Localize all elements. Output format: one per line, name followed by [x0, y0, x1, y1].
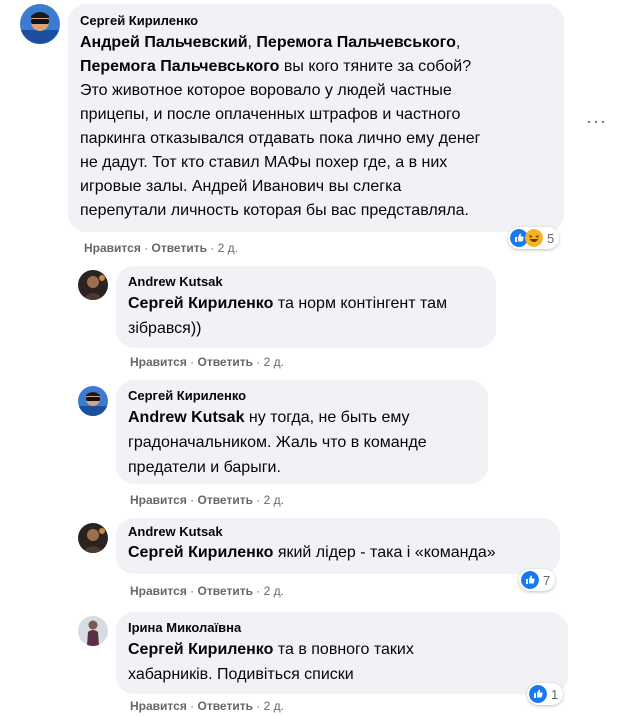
mention-link[interactable]: Андрей Пальчевский [80, 34, 248, 51]
comment-text: предатели и барыги. [128, 459, 281, 476]
comment-text: перепутали личность которая бы вас предс… [80, 202, 469, 219]
reply-button[interactable]: Ответить [198, 584, 253, 598]
comment-text: та в повного таких [273, 641, 414, 658]
comment-text: який лідер - така і «команда» [273, 544, 496, 561]
comment-author[interactable]: Andrew Kutsak [128, 274, 484, 289]
avatar[interactable] [78, 270, 108, 300]
comment-bubble: Andrew Kutsak Сергей Кириленко та норм к… [116, 266, 496, 348]
mention-link[interactable]: Andrew Kutsak [128, 409, 244, 426]
like-button[interactable]: Нравится [84, 241, 141, 255]
separator: · [252, 493, 264, 507]
separator: · [140, 241, 152, 255]
comment-actions: Нравится · Ответить · 2 д. [84, 241, 238, 255]
mention-link[interactable]: Перемога Пальчевського [80, 58, 279, 75]
separator: · [186, 355, 198, 369]
comment-text: ну тогда, не быть ему [244, 409, 410, 426]
like-icon [529, 685, 547, 703]
reactions-summary[interactable]: 7 [519, 569, 556, 591]
reply-button[interactable]: Ответить [198, 699, 253, 713]
like-button[interactable]: Нравится [130, 584, 187, 598]
comment-author[interactable]: Сергей Кириленко [128, 388, 476, 403]
like-button[interactable]: Нравится [130, 493, 187, 507]
like-button[interactable]: Нравится [130, 699, 187, 713]
mention-link[interactable]: Сергей Кириленко [128, 544, 273, 561]
reply-button[interactable]: Ответить [198, 355, 253, 369]
haha-icon [525, 229, 543, 247]
avatar[interactable] [78, 523, 108, 553]
reactions-count: 5 [547, 230, 555, 246]
timestamp[interactable]: 2 д. [218, 241, 238, 255]
comment-text: прицепы, и после оплаченных штрафов и ча… [80, 106, 461, 123]
comment-text: , [455, 34, 461, 51]
avatar-image [20, 4, 60, 44]
separator: · [252, 584, 264, 598]
comment-actions: Нравится · Ответить · 2 д. [130, 355, 284, 369]
comment-text: паркинга отказывался отдавать пока лично… [80, 130, 481, 147]
mention-link[interactable]: Сергей Кириленко [128, 295, 273, 312]
reactions-summary[interactable]: 1 [527, 683, 564, 705]
reactions-summary[interactable]: 5 [508, 227, 560, 249]
timestamp[interactable]: 2 д. [264, 584, 284, 598]
comment-text: хабарників. Подивіться списки [128, 666, 354, 683]
separator: · [206, 241, 218, 255]
like-icon [521, 571, 539, 589]
comment-bubble: Сергей Кириленко Andrew Kutsak ну тогда,… [116, 380, 488, 484]
timestamp[interactable]: 2 д. [264, 355, 284, 369]
separator: · [186, 584, 198, 598]
comment-actions: Нравится · Ответить · 2 д. [130, 699, 284, 713]
comment-author[interactable]: Andrew Kutsak [128, 524, 548, 539]
comment-bubble: Andrew Kutsak Сергей Кириленко який ліде… [116, 518, 560, 574]
reply-button[interactable]: Ответить [152, 241, 207, 255]
avatar-image [78, 386, 108, 416]
separator: · [186, 699, 198, 713]
mention-link[interactable]: Перемога Пальчевського [256, 34, 455, 51]
reply-button[interactable]: Ответить [198, 493, 253, 507]
comment-text: игровые залы. Андрей Иванович вы слегка [80, 178, 402, 195]
avatar-image [78, 270, 108, 300]
comment-author[interactable]: Ірина Миколаївна [128, 620, 556, 635]
comment-bubble: Ірина Миколаївна Сергей Кириленко та в п… [116, 612, 568, 694]
avatar-image [78, 523, 108, 553]
mention-link[interactable]: Сергей Кириленко [128, 641, 273, 658]
like-button[interactable]: Нравится [130, 355, 187, 369]
separator: · [252, 699, 264, 713]
reactions-count: 7 [543, 572, 551, 588]
comment-text: вы кого тяните за собой? [279, 58, 472, 75]
avatar[interactable] [78, 386, 108, 416]
comment-bubble: Сергей Кириленко Андрей Пальчевский, Пер… [68, 4, 564, 232]
comment-text: та норм контінгент там [273, 295, 448, 312]
reactions-count: 1 [551, 686, 559, 702]
comment-text: Это животное которое воровало у людей ча… [80, 82, 452, 99]
avatar[interactable] [78, 616, 108, 646]
separator: · [252, 355, 264, 369]
comment-text: зібрався)) [128, 320, 202, 337]
avatar[interactable] [20, 4, 60, 44]
more-options-icon[interactable]: ··· [586, 112, 607, 130]
comment-author[interactable]: Сергей Кириленко [80, 13, 552, 28]
timestamp[interactable]: 2 д. [264, 493, 284, 507]
comment-text: градоначальником. Жаль что в команде [128, 434, 427, 451]
comment-text: не дадут. Тот кто ставил МАФы похер где,… [80, 154, 448, 171]
timestamp[interactable]: 2 д. [264, 699, 284, 713]
comment-actions: Нравится · Ответить · 2 д. [130, 493, 284, 507]
avatar-image [78, 616, 108, 646]
separator: · [186, 493, 198, 507]
comment-actions: Нравится · Ответить · 2 д. [130, 584, 284, 598]
